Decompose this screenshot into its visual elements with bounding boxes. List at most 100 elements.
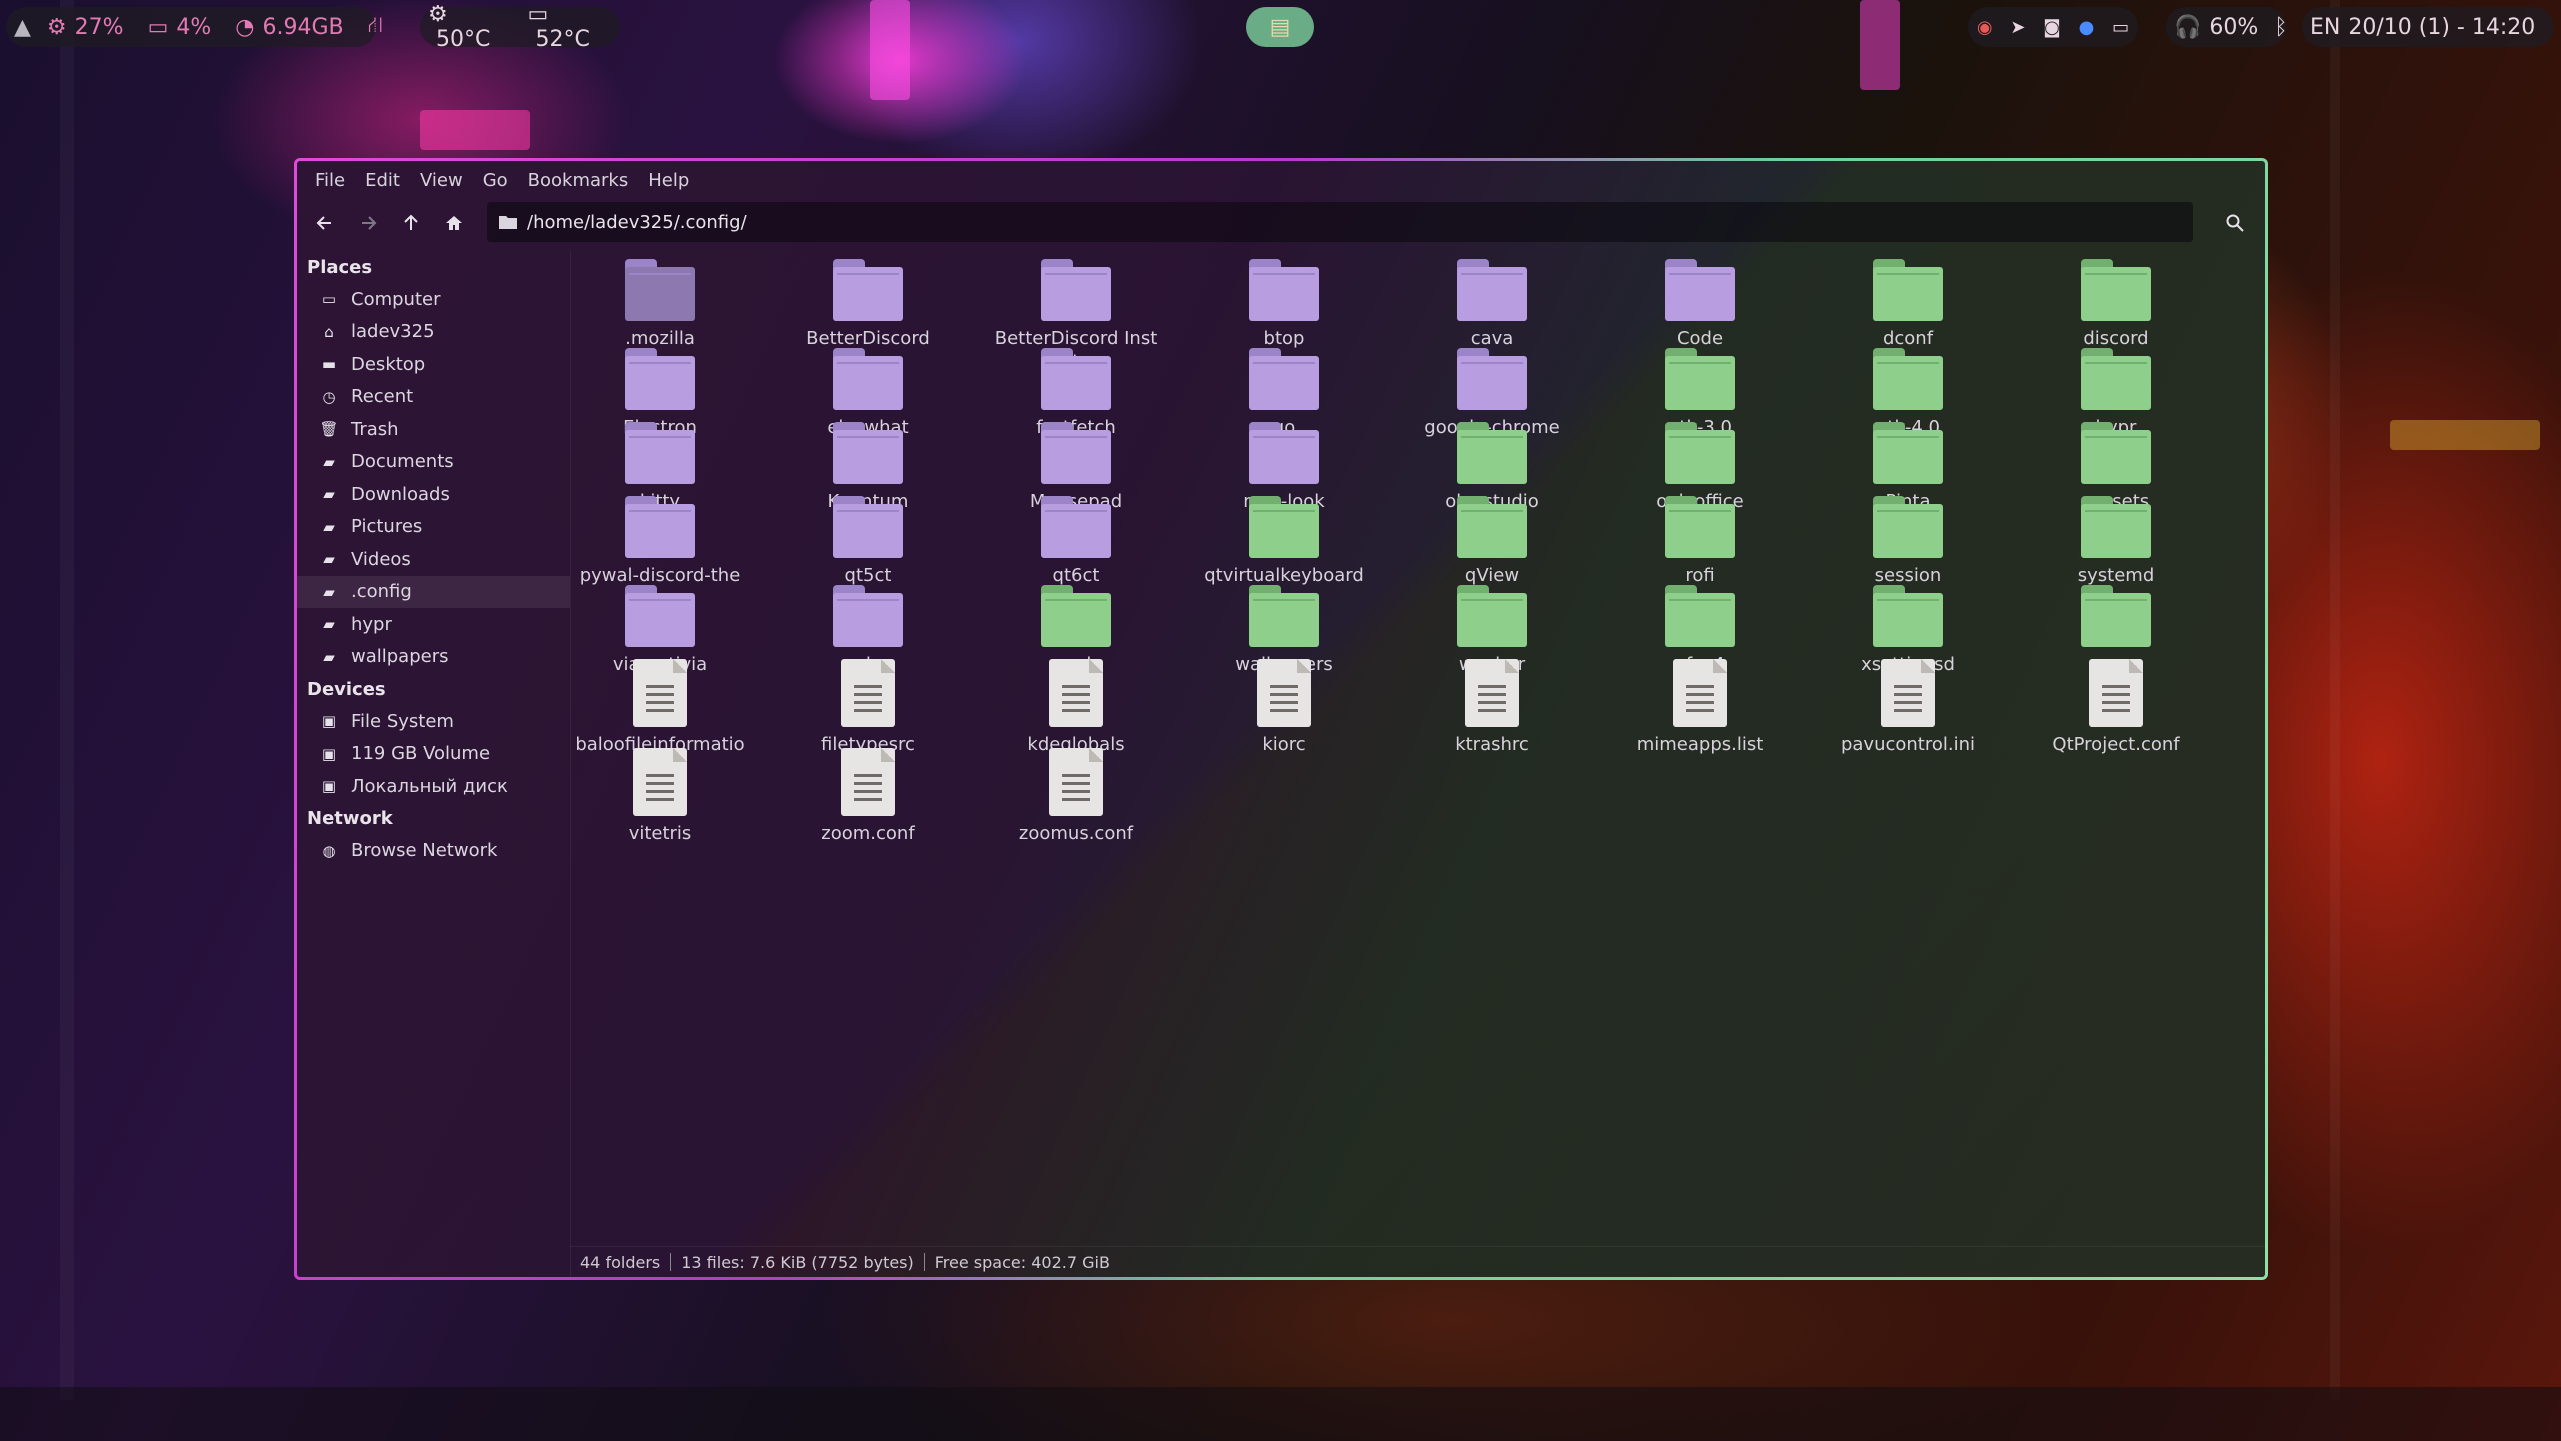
sidebar-item-downloads[interactable]: ▰ Downloads xyxy=(297,478,570,511)
sidebar-item-config[interactable]: ▰ .config xyxy=(297,575,570,608)
keyboard-layout[interactable]: EN xyxy=(2302,15,2348,40)
sidebar-item-локальный-диск[interactable]: ▣ Локальный диск xyxy=(297,770,570,803)
folder-item[interactable]: btop xyxy=(1199,259,1369,351)
menu-view[interactable]: View xyxy=(410,170,473,191)
up-button[interactable] xyxy=(389,203,432,243)
file-item[interactable]: mimeapps.list xyxy=(1615,659,1785,757)
sidebar-item-file-system[interactable]: ▣ File System xyxy=(297,705,570,738)
folder-icon xyxy=(1041,585,1111,647)
folder-item[interactable]: discord xyxy=(2031,259,2201,351)
status-bar: 44 folders 13 files: 7.6 KiB (7752 bytes… xyxy=(570,1246,2265,1277)
folder-icon: ▰ xyxy=(323,517,335,536)
file-item[interactable]: trashrc xyxy=(2239,659,2265,757)
folder-item[interactable]: rofi xyxy=(1615,496,1785,588)
folder-icon xyxy=(2081,259,2151,321)
menu-file[interactable]: File xyxy=(305,170,355,191)
folder-icon xyxy=(1249,585,1319,647)
file-item[interactable]: QtProject.conf xyxy=(2031,659,2201,757)
sidebar: Places ▭ Computer ⌂ ladev325 ▬ Desktop ◷ Recent 🗑… xyxy=(297,251,571,1277)
discord-tray-icon[interactable]: ◙ xyxy=(2035,17,2068,38)
telegram-tray-icon[interactable]: ➤ xyxy=(2002,17,2033,38)
chrome-tray-icon[interactable]: ◉ xyxy=(1969,17,2001,38)
clock[interactable]: 20/10 (1) - 14:20 xyxy=(2348,15,2543,40)
text-file-icon xyxy=(1049,659,1103,727)
folder-item[interactable]: Code xyxy=(1615,259,1785,351)
window-tray-icon[interactable]: ▭ xyxy=(2104,17,2137,38)
folder-icon xyxy=(833,496,903,558)
menu-edit[interactable]: Edit xyxy=(355,170,410,191)
sidebar-item-label: 119 GB Volume xyxy=(351,743,491,765)
folder-icon xyxy=(1041,422,1111,484)
network-tree-icon[interactable]: ⛙ xyxy=(360,13,391,41)
folder-item[interactable]: Thunar xyxy=(2239,496,2265,588)
file-item[interactable]: filetypesrc xyxy=(783,659,953,757)
sidebar-item-recent[interactable]: ◷ Recent xyxy=(297,381,570,414)
gpu-usage: ▭ 4% xyxy=(140,15,228,40)
sidebar-item-computer[interactable]: ▭ Computer xyxy=(297,283,570,316)
folder-icon: ▰ xyxy=(323,647,335,666)
folder-item[interactable]: qt5ct xyxy=(783,496,953,588)
file-item[interactable]: pavucontrol.ini xyxy=(1823,659,1993,757)
sidebar-item-label: Documents xyxy=(351,451,454,473)
arch-logo-icon[interactable]: ▲ xyxy=(6,15,39,40)
folder-item[interactable]: dconf xyxy=(1823,259,1993,351)
menu-help[interactable]: Help xyxy=(638,170,699,191)
sidebar-item-videos[interactable]: ▰ Videos xyxy=(297,543,570,576)
home-icon xyxy=(445,216,462,230)
folder-icon xyxy=(1457,259,1527,321)
menu-go[interactable]: Go xyxy=(473,170,518,191)
file-item[interactable]: zoom.conf xyxy=(783,748,953,846)
desktop-icon: ▬ xyxy=(321,355,337,374)
folder-icon xyxy=(833,259,903,321)
file-item[interactable]: ktrashrc xyxy=(1407,659,1577,757)
menu-bookmarks[interactable]: Bookmarks xyxy=(518,170,639,191)
item-label: QtProject.conf xyxy=(2052,734,2180,755)
sidebar-item-ladev325[interactable]: ⌂ ladev325 xyxy=(297,316,570,349)
sidebar-item-label: Desktop xyxy=(351,353,426,375)
home-button[interactable] xyxy=(432,203,475,243)
folder-icon: ▰ xyxy=(323,452,335,471)
back-button[interactable] xyxy=(303,203,346,243)
zoom-tray-icon[interactable]: ● xyxy=(2071,17,2103,38)
sidebar-item-desktop[interactable]: ▬ Desktop xyxy=(297,348,570,381)
drive-icon: ▣ xyxy=(321,712,337,731)
sidebar-item-hypr[interactable]: ▰ hypr xyxy=(297,608,570,641)
headphones-icon[interactable]: 🎧 xyxy=(2166,15,2209,40)
item-label: pavucontrol.ini xyxy=(1840,734,1976,755)
folder-item[interactable]: qt6ct xyxy=(991,496,1161,588)
folder-item[interactable]: session xyxy=(1823,496,1993,588)
folder-item[interactable]: qView xyxy=(1407,496,1577,588)
folder-item[interactable]: cava xyxy=(1407,259,1577,351)
location-bar[interactable]: /home/ladev325/.config/ xyxy=(487,202,2193,242)
folder-item[interactable]: qtvirtualkeyboard xyxy=(1199,496,1369,588)
search-button[interactable] xyxy=(2215,203,2255,243)
sidebar-item-documents[interactable]: ▰ Documents xyxy=(297,446,570,479)
folder-icon xyxy=(1249,496,1319,558)
sidebar-item-trash[interactable]: 🗑 Trash xyxy=(297,413,570,446)
folder-item[interactable]: dunst xyxy=(2239,259,2265,351)
sidebar-item-pictures[interactable]: ▰ Pictures xyxy=(297,511,570,544)
file-item[interactable]: kiorc xyxy=(1199,659,1369,757)
file-item[interactable]: vitetris xyxy=(575,748,745,846)
folder-item[interactable]: .mozilla xyxy=(575,259,745,351)
item-label: zoom.conf xyxy=(821,823,915,844)
sidebar-item-label: Downloads xyxy=(351,483,450,505)
bluetooth-icon[interactable]: ᛒ xyxy=(2266,15,2295,40)
sidebar-item-browse-network[interactable]: ◍ Browse Network xyxy=(297,835,570,868)
file-item[interactable]: kdeglobals xyxy=(991,659,1161,757)
sidebar-item-wallpapers[interactable]: ▰ wallpapers xyxy=(297,641,570,674)
folder-item[interactable]: BetterDiscord xyxy=(783,259,953,351)
folder-icon xyxy=(1457,348,1527,410)
sidebar-item-label: File System xyxy=(351,710,454,732)
workspace-indicator[interactable]: ▤ xyxy=(1246,7,1314,47)
location-path[interactable]: /home/ladev325/.config/ xyxy=(527,212,747,233)
cpu-usage: ⚙ 27% xyxy=(39,15,140,40)
volume-level[interactable]: 60% xyxy=(2209,15,2266,40)
folder-item[interactable]: systemd xyxy=(2031,496,2201,588)
computer-icon: ▭ xyxy=(321,290,337,309)
folder-icon xyxy=(1041,259,1111,321)
sidebar-item-119-gb-volume[interactable]: ▣ 119 GB Volume xyxy=(297,738,570,771)
file-item[interactable]: zoomus.conf xyxy=(991,748,1161,846)
forward-button[interactable] xyxy=(346,203,389,243)
drive-icon: ▣ xyxy=(321,777,337,796)
